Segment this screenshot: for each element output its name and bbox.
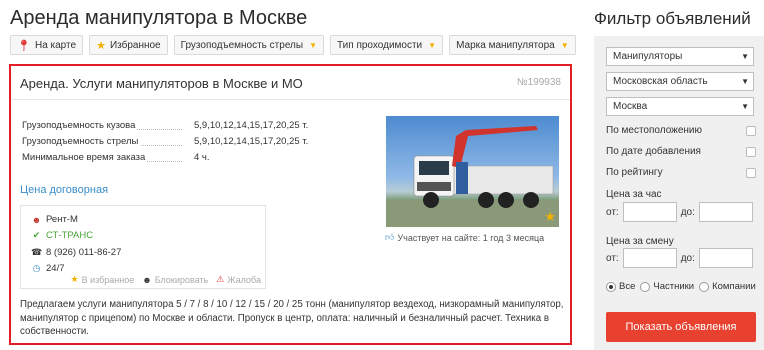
chevron-down-icon: ▼ [741,102,749,111]
contact-person: ☻ Рент-М [31,214,78,225]
chevron-down-icon: ▼ [741,77,749,86]
shield-check-icon: ✔ [32,230,41,240]
chip-boom-capacity[interactable]: Грузоподъемность стрелы ▼ [173,35,324,55]
truck-image [386,126,559,227]
dropdown-arrow-icon: ▼ [560,40,569,50]
city-select[interactable]: Москва ▼ [606,97,754,116]
spec-label: Минимальное время заказа [22,152,148,163]
sort-by-rating[interactable]: По рейтингу [606,167,756,178]
radio-companies[interactable]: Компании [699,281,756,292]
warning-icon: ⚠ [216,274,225,284]
dropdown-arrow-icon: ▼ [309,40,317,50]
listing-id: №199938 [516,77,561,88]
seller-type-radios: Все Частники Компании [606,281,756,292]
sort-by-date[interactable]: По дате добавления [606,146,756,157]
spec-list: Грузоподъемность кузова 5,9,10,12,14,15,… [22,118,352,166]
chip-label: Грузоподъемность стрелы [180,39,304,51]
price-hour-range: от: до: [606,202,757,222]
membership-info: 👍︎ Участвует на сайте: 1 год 3 месяца [385,232,545,243]
price-shift-to-input[interactable] [698,248,753,268]
price-shift-label: Цена за смену [606,236,674,247]
spec-value: 5,9,10,12,14,15,17,20,25 т. [194,120,309,131]
listing-photo[interactable]: ★ [386,116,559,227]
page-title: Аренда манипулятора в Москве [10,7,308,29]
price-hour-to-input[interactable] [698,202,753,222]
chip-label: Избранное [109,39,161,51]
chip-map[interactable]: 📍︎ На карте [10,35,84,55]
star-icon: ★ [544,209,556,224]
spec-value: 5,9,10,12,14,15,17,20,25 т. [194,136,309,147]
block-user-icon: ☻ [142,274,152,285]
spec-label: Грузоподъемность стрелы [22,136,141,147]
spec-row: Грузоподъемность стрелы 5,9,10,12,14,15,… [22,134,352,150]
chip-label: Марка манипулятора [456,39,555,51]
spec-label: Грузоподъемность кузова [22,120,138,131]
contact-company: ✔ СТ-ТРАНС [32,230,94,241]
listing-title[interactable]: Аренда. Услуги манипуляторов в Москве и … [20,76,303,91]
person-icon: ☻ [31,214,42,225]
price-shift-range: от: до: [606,248,757,268]
region-select[interactable]: Московская область ▼ [606,72,754,91]
map-pin-icon: 📍︎ [17,39,31,52]
phone-icon: ☎ [31,247,43,257]
listing-description: Предлагаем услуги манипулятора 5 / 7 / 8… [20,299,564,337]
price-hour-from-input[interactable] [622,202,677,222]
price-shift-from-input[interactable] [622,248,677,268]
filter-chips: 📍︎ На карте ★ Избранное Грузоподъемность… [10,35,576,55]
clock-icon: ◷ [32,263,41,273]
chevron-down-icon: ▼ [741,52,749,61]
sort-by-location[interactable]: По местоположению [606,125,756,136]
category-select[interactable]: Манипуляторы ▼ [606,47,754,66]
thumbs-up-icon: 👍︎ [385,232,395,242]
chip-label: На карте [34,39,77,51]
checkbox[interactable] [746,147,756,157]
listing-actions: ★ В избранное ☻ Блокировать ⚠ Жалоба [71,274,262,285]
contact-hours: ◷ 24/7 [32,263,65,274]
chip-favorites[interactable]: ★ Избранное [89,35,168,55]
spec-row: Минимальное время заказа 4 ч. [22,150,352,166]
filter-title: Фильтр объявлений [594,9,751,28]
contact-phone: ☎ 8 (926) 011-86-27 [31,247,122,258]
contact-box: ☻ Рент-М ✔ СТ-ТРАНС ☎ 8 (926) 011-86-27 … [20,205,266,289]
price-link[interactable]: Цена договорная [20,184,108,196]
star-icon: ★ [96,39,106,52]
spec-value: 4 ч. [194,152,210,163]
filter-panel: Манипуляторы ▼ Московская область ▼ Моск… [594,36,764,350]
star-icon: ★ [70,274,79,284]
checkbox[interactable] [746,126,756,136]
listing-header: Аренда. Услуги манипуляторов в Москве и … [11,66,570,100]
show-listings-button[interactable]: Показать объявления [606,312,756,342]
chip-terrain-type[interactable]: Тип проходимости ▼ [330,35,444,55]
dropdown-arrow-icon: ▼ [428,40,437,50]
spec-row: Грузоподъемность кузова 5,9,10,12,14,15,… [22,118,352,134]
add-favorite-button[interactable]: ★ В избранное [71,274,135,285]
radio-all[interactable]: Все [606,281,635,292]
radio-private[interactable]: Частники [640,281,694,292]
listing-card: Аренда. Услуги манипуляторов в Москве и … [9,64,572,345]
checkbox[interactable] [746,168,756,178]
chip-brand[interactable]: Марка манипулятора ▼ [449,35,576,55]
chip-label: Тип проходимости [337,39,423,51]
complain-button[interactable]: ⚠ Жалоба [216,274,261,285]
price-hour-label: Цена за час [606,189,662,200]
block-button[interactable]: ☻ Блокировать [142,274,208,285]
